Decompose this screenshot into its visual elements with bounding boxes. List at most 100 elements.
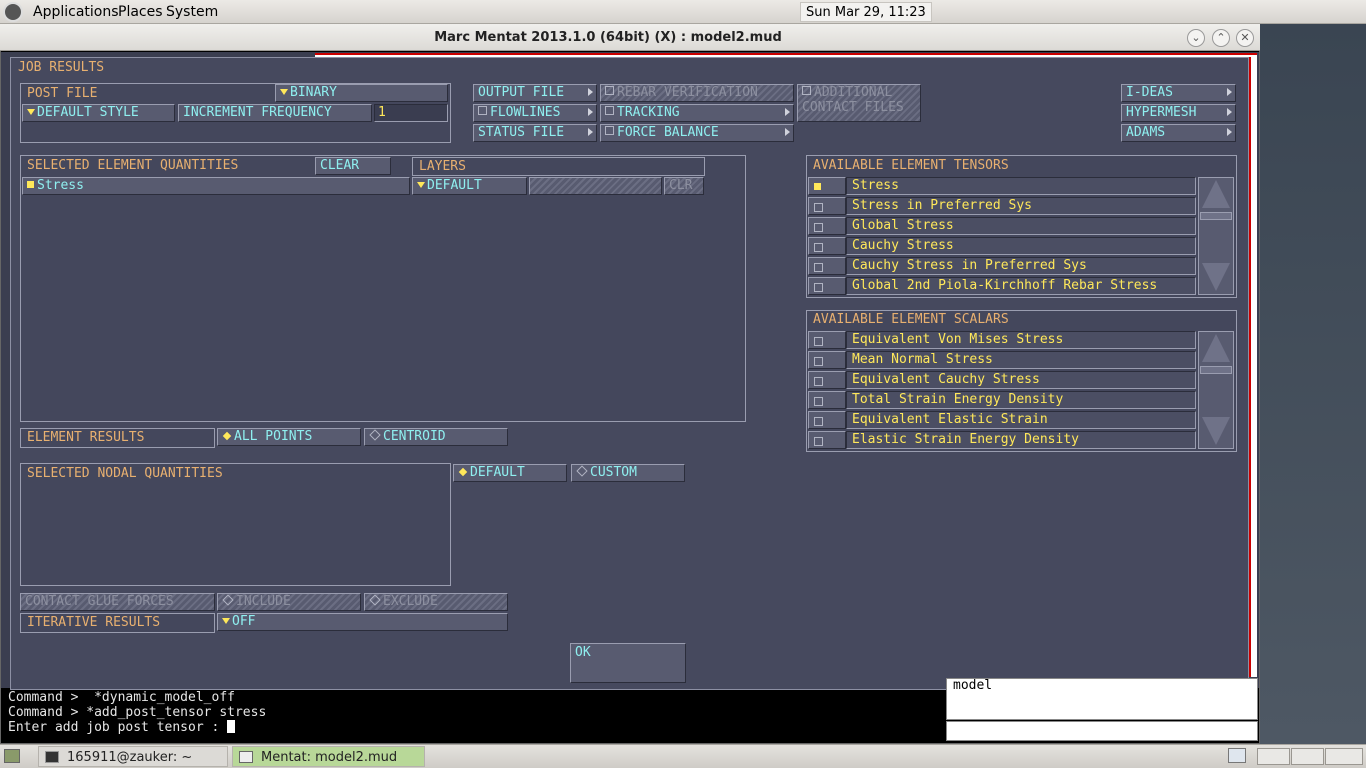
tensor-toggle-cauchy-preferred[interactable] [808,257,846,275]
dropdown-icon [417,182,425,188]
selected-mark-icon [27,181,34,188]
tensor-toggle-global-stress[interactable] [808,217,846,235]
scalar-item-von-mises[interactable]: Equivalent Von Mises Stress [846,331,1196,349]
nodal-default-label: DEFAULT [470,465,525,480]
task-terminal[interactable]: 165911@zauker: ~ [38,746,228,767]
force-balance-button[interactable]: FORCE BALANCE [600,124,794,142]
iterative-results-dropdown[interactable]: OFF [217,613,508,631]
workspace-2[interactable] [1291,748,1324,765]
scalar-item-eq-elastic-strain[interactable]: Equivalent Elastic Strain [846,411,1196,429]
selected-element-item[interactable]: Stress [22,177,410,195]
include-label: INCLUDE [236,594,291,609]
output-file-button[interactable]: OUTPUT FILE [473,84,597,102]
tray-icon[interactable] [1228,748,1246,763]
terminal-icon [45,751,59,763]
additional-contact-label: ADDITIONAL CONTACT FILES [802,85,904,115]
task-mentat[interactable]: Mentat: model2.mud [232,746,425,767]
scalar-toggle-total-strain-energy[interactable] [808,391,846,409]
tensor-toggle-stress[interactable] [808,177,846,195]
scalar-toggle-mean-normal[interactable] [808,351,846,369]
radio-off-icon [576,465,588,477]
submenu-arrow-icon [785,128,790,136]
ideas-button[interactable]: I-DEAS [1121,84,1236,102]
tracking-button[interactable]: TRACKING [600,104,794,122]
all-points-radio[interactable]: ALL POINTS [217,428,361,446]
unselected-mark-icon [814,357,823,366]
scalar-toggle-von-mises[interactable] [808,331,846,349]
status-file-button[interactable]: STATUS FILE [473,124,597,142]
clock[interactable]: Sun Mar 29, 11:23 [800,2,932,22]
dropdown-icon [280,89,288,95]
scalar-item-total-strain-energy[interactable]: Total Strain Energy Density [846,391,1196,409]
tensor-item-piola-rebar[interactable]: Global 2nd Piola-Kirchhoff Rebar Stress [846,277,1196,295]
centroid-radio[interactable]: CENTROID [364,428,508,446]
tensor-toggle-piola-rebar[interactable] [808,277,846,295]
tensor-item-global-stress[interactable]: Global Stress [846,217,1196,235]
scalar-toggle-eq-cauchy[interactable] [808,371,846,389]
unselected-mark-icon [814,223,823,232]
clear-button[interactable]: CLEAR [315,157,391,175]
checkbox-icon [605,86,614,95]
increment-frequency-button[interactable]: INCREMENT FREQUENCY [178,104,372,122]
unselected-mark-icon [814,263,823,272]
hypermesh-label: HYPERMESH [1126,105,1197,120]
minimize-icon[interactable]: ⌄ [1187,29,1205,47]
layers-field [529,177,662,195]
selected-nodal-label: SELECTED NODAL QUANTITIES [27,466,223,481]
scalar-item-mean-normal[interactable]: Mean Normal Stress [846,351,1196,369]
maximize-icon[interactable]: ⌃ [1212,29,1230,47]
scalar-toggle-eq-elastic-strain[interactable] [808,411,846,429]
selected-element-item-label: Stress [37,178,84,193]
dropdown-icon [222,618,230,624]
task-mentat-label: Mentat: model2.mud [261,750,398,765]
close-icon[interactable]: ✕ [1236,29,1254,47]
scroll-up-icon[interactable] [1202,334,1230,362]
rebar-verification-label: REBAR VERIFICATION [617,85,758,100]
unselected-mark-icon [814,417,823,426]
tensor-toggle-cauchy-stress[interactable] [808,237,846,255]
post-format-value: BINARY [290,85,337,100]
unselected-mark-icon [814,283,823,292]
clr-button: CLR [664,177,704,195]
flowlines-button[interactable]: FLOWLINES [473,104,597,122]
nodal-custom-radio[interactable]: CUSTOM [571,464,685,482]
increment-frequency-input[interactable]: 1 [374,104,448,122]
ok-button[interactable]: OK [570,643,686,683]
command-console[interactable]: Command > *dynamic_model_off Command > *… [2,690,944,742]
submenu-arrow-icon [588,88,593,96]
output-file-label: OUTPUT FILE [478,85,565,100]
adams-button[interactable]: ADAMS [1121,124,1236,142]
tensor-item-cauchy-preferred[interactable]: Cauchy Stress in Preferred Sys [846,257,1196,275]
workspace-3[interactable] [1325,748,1363,765]
scroll-up-icon[interactable] [1202,180,1230,208]
tensor-item-cauchy-stress[interactable]: Cauchy Stress [846,237,1196,255]
dropdown-icon [27,109,35,115]
tensor-item-stress-preferred[interactable]: Stress in Preferred Sys [846,197,1196,215]
tensor-toggle-stress-preferred[interactable] [808,197,846,215]
hypermesh-button[interactable]: HYPERMESH [1121,104,1236,122]
workspace-1[interactable] [1257,748,1290,765]
scalar-item-eq-cauchy[interactable]: Equivalent Cauchy Stress [846,371,1196,389]
layers-dropdown[interactable]: DEFAULT [412,177,527,195]
scroll-thumb[interactable] [1200,212,1232,220]
side-input-box[interactable] [946,721,1258,741]
scalar-item-elastic-strain-energy[interactable]: Elastic Strain Energy Density [846,431,1196,449]
show-desktop-icon[interactable] [4,749,20,763]
submenu-arrow-icon [1227,108,1232,116]
places-menu[interactable]: Places [118,0,163,24]
selected-mark-icon [814,183,821,190]
all-points-label: ALL POINTS [234,429,313,444]
post-style-dropdown[interactable]: DEFAULT STYLE [22,104,175,122]
distro-logo-icon[interactable] [3,2,23,22]
iterative-results-label: ITERATIVE RESULTS [27,615,161,630]
scroll-down-icon[interactable] [1202,263,1230,291]
system-menu[interactable]: System [166,0,218,24]
scalar-toggle-elastic-strain-energy[interactable] [808,431,846,449]
command-prompt[interactable]: Enter add job post tensor : [2,720,944,735]
applications-menu[interactable]: Applications [33,0,119,24]
scroll-thumb[interactable] [1200,366,1232,374]
scroll-down-icon[interactable] [1202,417,1230,445]
nodal-default-radio[interactable]: DEFAULT [453,464,567,482]
tensor-item-stress[interactable]: Stress [846,177,1196,195]
post-format-dropdown[interactable]: BINARY [275,84,448,102]
